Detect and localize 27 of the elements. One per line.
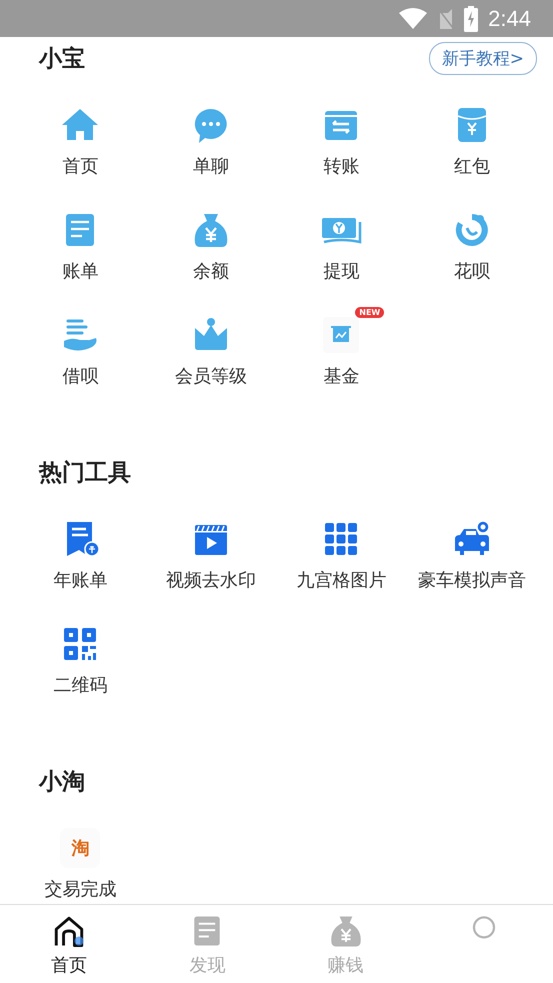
new-badge: NEW: [355, 307, 384, 318]
feature-label[interactable]: 年账单: [53, 569, 108, 593]
no-signal-icon: [438, 6, 454, 30]
feature-label[interactable]: 交易完成: [44, 878, 116, 902]
section-title: 热门工具: [39, 458, 131, 488]
feature-label[interactable]: 豪车模拟声音: [418, 569, 526, 593]
feature-label[interactable]: 余额: [192, 260, 229, 284]
feature-label[interactable]: 单聊: [192, 155, 229, 179]
status-time: 2:44: [488, 6, 531, 32]
feature-label[interactable]: 借呗: [62, 365, 98, 389]
feature-label[interactable]: 提现: [323, 260, 360, 284]
feature-label[interactable]: 花呗: [454, 260, 490, 284]
tutorial-button[interactable]: 新手教程>: [428, 42, 537, 74]
feature-label[interactable]: 二维码: [53, 674, 108, 698]
wifi-icon: [398, 6, 428, 30]
battery-charging-icon: [464, 6, 478, 32]
feature-label[interactable]: 账单: [62, 260, 98, 284]
feature-label[interactable]: 基金: [323, 365, 360, 389]
feature-label[interactable]: 首页: [62, 155, 98, 179]
feature-label[interactable]: 转账: [323, 155, 360, 179]
feature-label[interactable]: 会员等级: [174, 365, 247, 389]
section-title: 小淘: [39, 768, 85, 796]
section-title: 小宝: [39, 44, 85, 74]
feature-label[interactable]: 红包: [454, 155, 490, 179]
nav-tab[interactable]: 首页: [0, 905, 138, 983]
feature-label[interactable]: 九宫格图片: [296, 569, 386, 593]
feature-label[interactable]: 视频去水印: [166, 569, 256, 593]
